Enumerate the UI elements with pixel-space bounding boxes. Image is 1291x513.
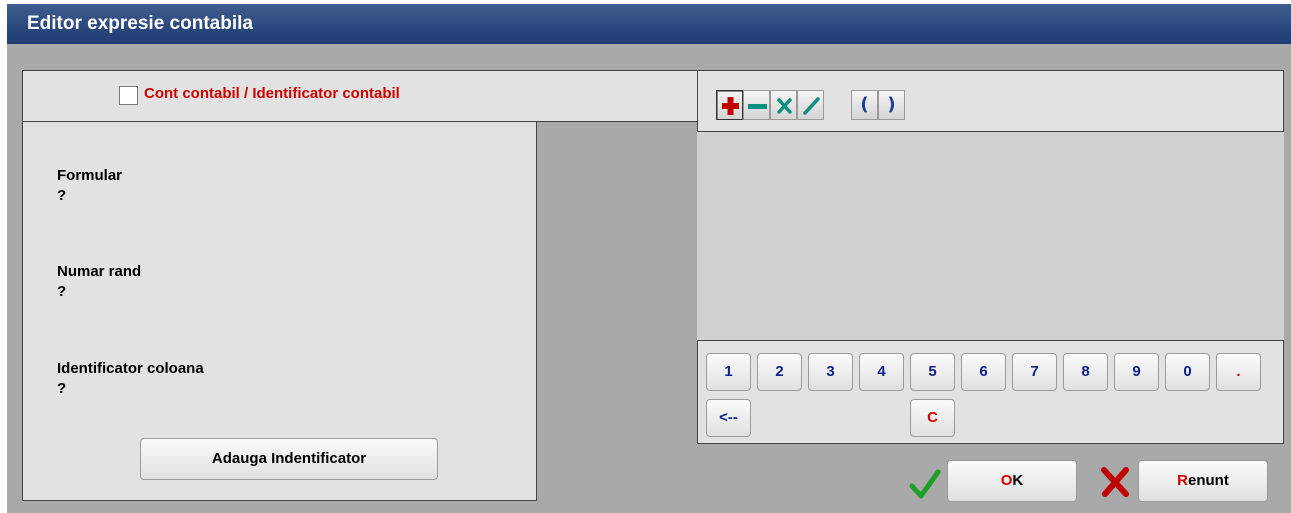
ok-mnemonic: O — [1000, 472, 1013, 489]
operator-toolbar: ( ) — [697, 70, 1284, 132]
formular-label: Formular — [57, 167, 123, 184]
key-6[interactable]: 6 — [961, 353, 1006, 391]
formular-value[interactable]: ? — [57, 187, 66, 204]
ok-label: K — [1012, 472, 1024, 489]
identifier-panel: Formular ? Numar rand ? Identificator co… — [22, 121, 537, 501]
checkmark-icon — [909, 469, 941, 499]
cross-icon — [1101, 467, 1129, 497]
key-9[interactable]: 9 — [1114, 353, 1159, 391]
expression-editor-window: Editor expresie contabila Cont contabil … — [7, 4, 1291, 513]
divide-icon — [803, 97, 820, 115]
backspace-button[interactable]: <-- — [706, 399, 751, 437]
keypad: 1 2 3 4 5 6 7 8 9 0 . <-- C — [697, 340, 1284, 444]
close-paren-button[interactable]: ) — [878, 90, 905, 120]
cancel-label: enunt — [1188, 472, 1229, 489]
plus-button[interactable] — [716, 90, 743, 120]
account-checkbox-label[interactable]: Cont contabil / Identificator contabil — [144, 85, 400, 102]
key-1[interactable]: 1 — [706, 353, 751, 391]
multiply-button[interactable] — [770, 90, 797, 120]
add-identifier-button[interactable]: Adauga Indentificator — [140, 438, 438, 480]
open-paren-button[interactable]: ( — [851, 90, 878, 120]
key-0[interactable]: 0 — [1165, 353, 1210, 391]
key-3[interactable]: 3 — [808, 353, 853, 391]
identificator-coloana-value[interactable]: ? — [57, 380, 66, 397]
window-title: Editor expresie contabila — [7, 4, 1291, 44]
minus-icon — [748, 104, 767, 109]
key-7[interactable]: 7 — [1012, 353, 1057, 391]
numar-rand-label: Numar rand — [57, 263, 142, 280]
numar-rand-value[interactable]: ? — [57, 283, 66, 300]
expression-area[interactable] — [697, 132, 1284, 340]
key-5[interactable]: 5 — [910, 353, 955, 391]
account-type-row: Cont contabil / Identificator contabil — [22, 70, 698, 122]
account-checkbox[interactable] — [119, 86, 138, 105]
cancel-mnemonic: R — [1177, 472, 1188, 489]
minus-button[interactable] — [743, 90, 770, 120]
identificator-coloana-label: Identificator coloana — [57, 360, 204, 377]
key-2[interactable]: 2 — [757, 353, 802, 391]
plus-icon — [722, 97, 739, 115]
clear-button[interactable]: C — [910, 399, 955, 437]
key-8[interactable]: 8 — [1063, 353, 1108, 391]
cancel-button[interactable]: Renunt — [1138, 460, 1268, 502]
divide-button[interactable] — [797, 90, 824, 120]
key-4[interactable]: 4 — [859, 353, 904, 391]
ok-button[interactable]: OK — [947, 460, 1077, 502]
key-decimal-point[interactable]: . — [1216, 353, 1261, 391]
multiply-icon — [777, 98, 792, 114]
